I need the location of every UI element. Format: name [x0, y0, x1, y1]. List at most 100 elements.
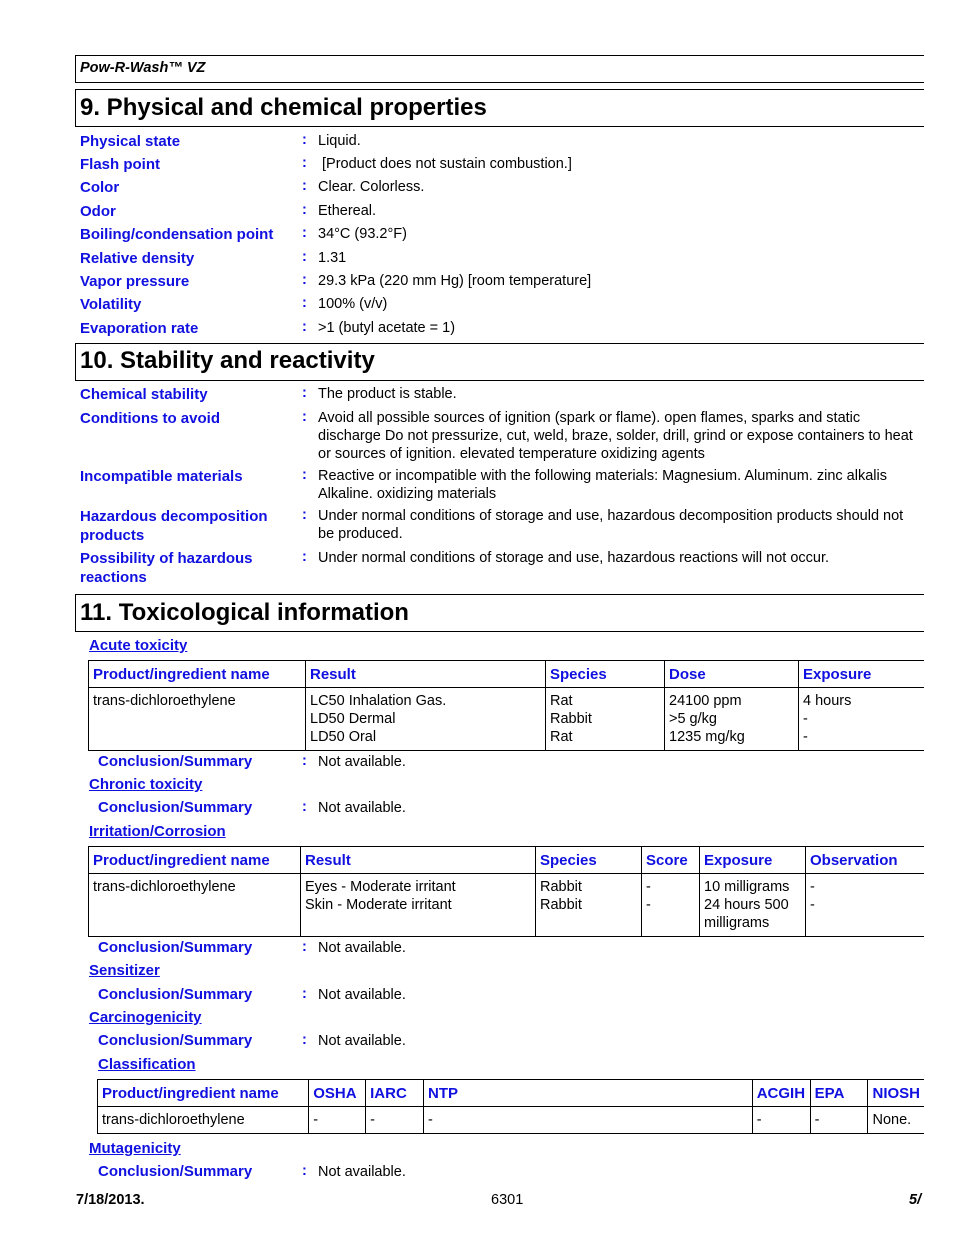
irritation-conclusion-value: Not available.	[318, 940, 406, 956]
classification-table: Product/ingredient name OSHA IARC NTP AC…	[96, 1079, 924, 1134]
cell-niosh: None.	[867, 1106, 924, 1134]
col-header-species: Species	[545, 660, 665, 688]
property-label: Evaporation rate	[80, 320, 199, 337]
property-label: Chemical stability	[80, 386, 208, 403]
col-header-product: Product/ingredient name	[88, 846, 301, 874]
colon: :	[302, 225, 307, 241]
exposure-line: 24 hours 500	[704, 897, 789, 913]
exposure-line: 4 hours	[803, 693, 852, 709]
table-row: trans-dichloroethylene LC50 Inhalation G…	[88, 687, 924, 751]
property-value: 34°C (93.2°F)	[318, 226, 407, 242]
carcinogenicity-conclusion-value: Not available.	[318, 1033, 406, 1049]
colon: :	[302, 272, 307, 288]
irritation-corrosion-link[interactable]: Irritation/Corrosion	[89, 823, 226, 840]
col-header-product: Product/ingredient name	[96, 1079, 309, 1107]
property-label: Flash point	[80, 156, 160, 173]
colon: :	[302, 1032, 307, 1048]
species-line: Rabbit	[550, 711, 592, 727]
col-header-osha: OSHA	[308, 1079, 366, 1107]
property-value: The product is stable.	[318, 386, 457, 402]
product-name: Pow-R-Wash™ VZ	[80, 60, 206, 76]
colon: :	[302, 799, 307, 815]
colon: :	[302, 385, 307, 401]
cell-epa: -	[809, 1106, 868, 1134]
col-header-result: Result	[305, 660, 546, 688]
property-label: Incompatible materials	[80, 468, 243, 485]
colon: :	[302, 295, 307, 311]
table-header-row: Product/ingredient name OSHA IARC NTP AC…	[96, 1079, 924, 1107]
colon: :	[302, 249, 307, 265]
acute-toxicity-table: Product/ingredient name Result Species D…	[88, 660, 924, 751]
property-value: [Product does not sustain combustion.]	[322, 156, 572, 172]
table-header-row: Product/ingredient name Result Species S…	[88, 846, 924, 874]
property-label: Physical state	[80, 133, 181, 150]
colon: :	[302, 319, 307, 335]
acute-toxicity-link[interactable]: Acute toxicity	[89, 637, 187, 654]
dose-line: >5 g/kg	[669, 711, 717, 727]
property-value: >1 (butyl acetate = 1)	[318, 320, 456, 336]
species-line: Rat	[550, 693, 573, 709]
section-9-title: 9. Physical and chemical properties	[80, 94, 487, 121]
property-label: Possibility of hazardous reactions	[80, 550, 253, 586]
col-header-acgih: ACGIH	[751, 1079, 811, 1107]
result-line: LD50 Dermal	[310, 711, 396, 727]
cell-iarc: -	[365, 1106, 424, 1134]
cell-exposure: 4 hours - -	[798, 687, 924, 751]
table-row: trans-dichloroethylene - - - - - None.	[96, 1106, 924, 1134]
carcinogenicity-link[interactable]: Carcinogenicity	[89, 1009, 202, 1026]
score-line: -	[646, 879, 651, 895]
observation-line: -	[810, 879, 815, 895]
classification-link[interactable]: Classification	[98, 1056, 196, 1073]
property-value: Avoid all possible sources of ignition (…	[318, 410, 913, 462]
cell-dose: 24100 ppm >5 g/kg 1235 mg/kg	[664, 687, 799, 751]
cell-exposure: 10 milligrams 24 hours 500 milligrams	[699, 873, 806, 937]
col-header-species: Species	[535, 846, 642, 874]
result-line: Skin - Moderate irritant	[305, 897, 452, 913]
exposure-line: -	[803, 729, 808, 745]
score-line: -	[646, 897, 651, 913]
chronic-toxicity-link[interactable]: Chronic toxicity	[89, 776, 202, 793]
result-line: LC50 Inhalation Gas.	[310, 693, 447, 709]
footer-page-number: 5/	[909, 1192, 922, 1208]
observation-line: -	[810, 897, 815, 913]
cell-product-name: trans-dichloroethylene	[96, 1106, 309, 1134]
footer-document-code: 6301	[491, 1192, 524, 1208]
colon: :	[302, 1163, 307, 1179]
footer-date: 7/18/2013.	[76, 1192, 145, 1208]
colon: :	[302, 202, 307, 218]
cell-result: Eyes - Moderate irritant Skin - Moderate…	[300, 873, 536, 937]
mutagenicity-link[interactable]: Mutagenicity	[89, 1140, 181, 1157]
property-label: Color	[80, 179, 120, 196]
cell-osha: -	[308, 1106, 366, 1134]
col-header-ntp: NTP	[423, 1079, 753, 1107]
property-value: Liquid.	[318, 133, 361, 149]
mutagenicity-conclusion-value: Not available.	[318, 1164, 406, 1180]
result-line: LD50 Oral	[310, 729, 377, 745]
property-value: 1.31	[318, 250, 347, 266]
property-value: 29.3 kPa (220 mm Hg) [room temperature]	[318, 273, 592, 289]
colon: :	[302, 986, 307, 1002]
exposure-line: -	[803, 711, 808, 727]
cell-ntp: -	[423, 1106, 753, 1134]
property-value: Clear. Colorless.	[318, 179, 425, 195]
col-header-score: Score	[641, 846, 700, 874]
cell-product-name: trans-dichloroethylene	[88, 687, 306, 751]
irritation-table: Product/ingredient name Result Species S…	[88, 846, 924, 937]
result-line: Eyes - Moderate irritant	[305, 879, 456, 895]
cell-acgih: -	[751, 1106, 811, 1134]
carcinogenicity-conclusion-label: Conclusion/Summary	[98, 1032, 253, 1049]
col-header-result: Result	[300, 846, 536, 874]
section-11-title: 11. Toxicological information	[80, 599, 409, 626]
colon: :	[302, 939, 307, 955]
cell-species: Rabbit Rabbit	[535, 873, 642, 937]
property-label: Volatility	[80, 296, 142, 313]
irritation-conclusion-label: Conclusion/Summary	[98, 939, 253, 956]
property-label: Vapor pressure	[80, 273, 190, 290]
table-row: trans-dichloroethylene Eyes - Moderate i…	[88, 873, 924, 937]
sensitizer-link[interactable]: Sensitizer	[89, 962, 160, 979]
property-label: Hazardous decomposition products	[80, 508, 268, 544]
colon: :	[302, 467, 307, 483]
sensitizer-conclusion-label: Conclusion/Summary	[98, 986, 253, 1003]
cell-product-name: trans-dichloroethylene	[88, 873, 301, 937]
col-header-dose: Dose	[664, 660, 799, 688]
